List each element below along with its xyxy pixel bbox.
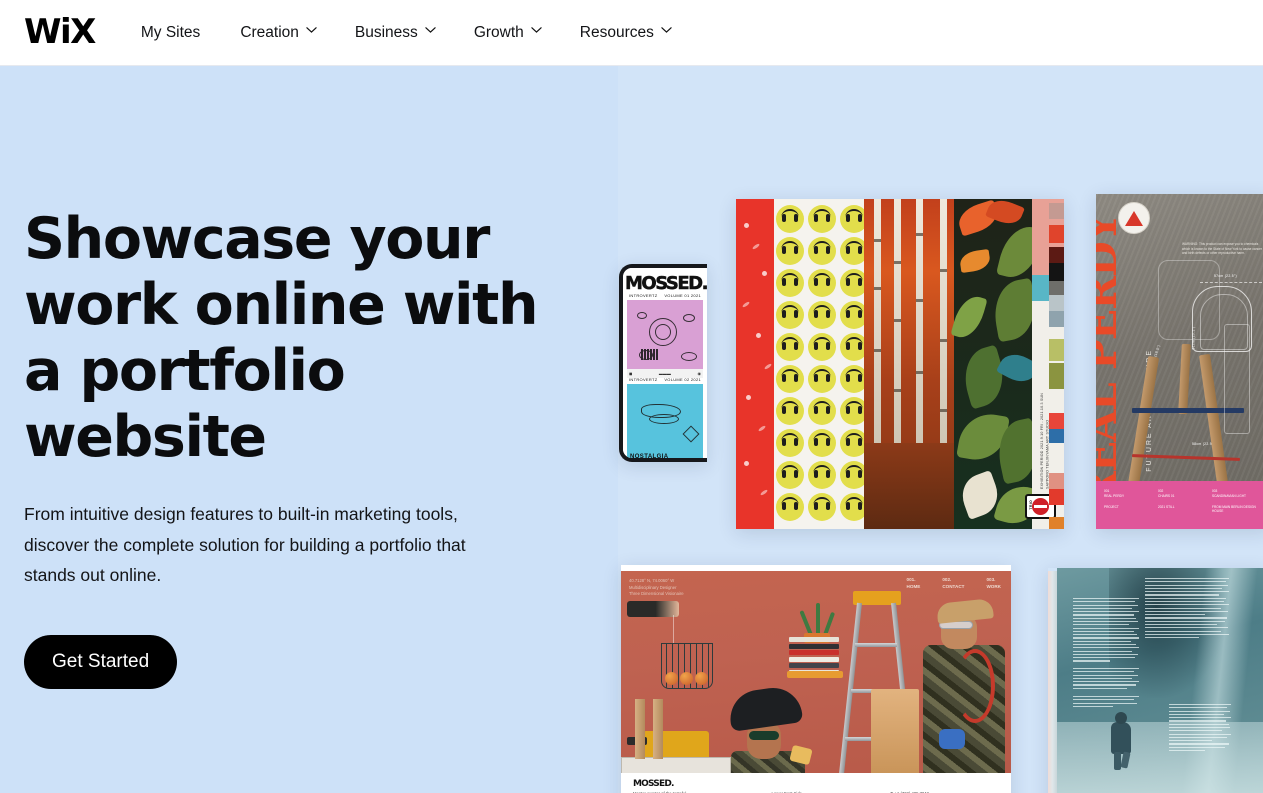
nav-item-resources[interactable]: Resources bbox=[560, 18, 690, 48]
studio-nav-label-2: CONTACT bbox=[942, 583, 965, 589]
tablet-poster-label-1: INTROVERTZ bbox=[629, 293, 658, 298]
tablet-poster-artwork-1 bbox=[631, 306, 699, 368]
studio-nav-num-3: 003. bbox=[986, 577, 996, 582]
collage-strip-autumn-forest bbox=[864, 199, 962, 529]
person-with-cap-and-rope bbox=[921, 598, 1007, 773]
chevron-down-icon bbox=[661, 26, 672, 35]
wooden-pipe-1 bbox=[635, 699, 645, 759]
plant-icon bbox=[799, 603, 836, 636]
chevron-down-icon bbox=[306, 26, 317, 35]
mossed-studio-photo-card[interactable]: 40.7128° N, 74.0060° W Multidisciplinary… bbox=[621, 565, 1011, 793]
perdy-footer-line-2b: 2021 STILL bbox=[1158, 504, 1175, 509]
perdy-footer-line-3a: SCANDINAVIAN LIGHT bbox=[1212, 493, 1246, 498]
nav-label-business: Business bbox=[354, 23, 418, 41]
tablet-poster-artwork-2 bbox=[631, 390, 700, 452]
red-rope-icon bbox=[955, 649, 995, 723]
real-perdy-poster-card[interactable]: REÄL PERDY FUTURE ARCHITECTURE WARNING: … bbox=[1096, 194, 1263, 529]
hand-holding-string bbox=[627, 601, 679, 617]
studio-nav-num-1: 001. bbox=[906, 577, 916, 582]
nav-label-resources: Resources bbox=[579, 23, 654, 41]
chevron-down-icon bbox=[425, 26, 436, 35]
toolbox bbox=[621, 757, 731, 773]
top-navigation-bar: WiX My Sites Creation Business Growth Re… bbox=[0, 0, 1263, 66]
triangle-icon bbox=[1125, 210, 1143, 226]
studio-role-line-2: Three Dimensional Visionaire bbox=[629, 591, 684, 597]
tablet-poster-label-2: INTROVERTZ bbox=[629, 377, 658, 382]
hero-section: Showcase your work online with a portfol… bbox=[0, 66, 1263, 793]
magazine-figure-person bbox=[1109, 712, 1133, 770]
magazine-text-column-1 bbox=[1145, 578, 1229, 640]
studio-nav-item-work[interactable]: 003. WORK bbox=[986, 577, 1001, 591]
tablet-poster-pink: INTROVERTZ VOLUME 01 2021 ◼ ▬▬▬ ◉ bbox=[627, 293, 703, 378]
studio-photograph: 40.7128° N, 74.0060° W Multidisciplinary… bbox=[621, 571, 1011, 773]
magazine-spine bbox=[1048, 571, 1057, 793]
collage-strip-tropical-floral bbox=[950, 199, 1044, 529]
wooden-pipe-2 bbox=[653, 699, 663, 759]
studio-poster-nav: 001. HOME 002. CONTACT 003. WORK bbox=[907, 577, 1001, 591]
nav-label-creation: Creation bbox=[240, 23, 299, 41]
tablet-poster-volume-2: VOLUME 02 2021 bbox=[664, 377, 701, 382]
perdy-footer-line-2a: CHAIRS 01 bbox=[1158, 493, 1175, 498]
main-nav-links: My Sites Creation Business Growth Resour… bbox=[135, 18, 690, 48]
studio-footer-logo: MOSSED. bbox=[633, 779, 674, 789]
perdy-footer-band: 001 REAL PERDY PROJECT 002 CHAIRS 01 202… bbox=[1096, 481, 1263, 529]
nav-item-growth[interactable]: Growth bbox=[454, 18, 560, 48]
tablet-portfolio-preview-card[interactable]: MOSSED. INTROVERTZ VOLUME 01 2021 ◼ ▬▬▬ … bbox=[619, 264, 707, 462]
studio-nav-item-home[interactable]: 001. HOME bbox=[907, 577, 921, 591]
perdy-warning-text: WARNING: This product can expose you to … bbox=[1182, 242, 1262, 256]
perdy-footer-line-1b: PROJECT bbox=[1104, 504, 1119, 509]
wix-logo-text: WiX bbox=[24, 11, 96, 52]
magazine-page-photo bbox=[1057, 568, 1263, 793]
chevron-down-icon bbox=[531, 26, 542, 35]
wix-logo[interactable]: WiX bbox=[24, 11, 96, 52]
studio-card-footer: MOSSED. Master curator of the tasteful o… bbox=[621, 773, 1011, 793]
studio-nav-label-1: HOME bbox=[906, 583, 921, 589]
tablet-poster-cyan: INTROVERTZ VOLUME 02 2021 NOSTALGIA bbox=[627, 377, 703, 460]
trio-badge-label: TRIO bbox=[1029, 500, 1033, 510]
perdy-title: REÄL PERDY bbox=[1096, 214, 1126, 506]
studio-coordinates: 40.7128° N, 74.0060° W Multidisciplinary… bbox=[629, 578, 684, 598]
perdy-dimension-2: 51cm (20.1") bbox=[1191, 326, 1196, 350]
blue-glove-icon bbox=[939, 729, 965, 749]
wire-basket-icon bbox=[661, 643, 713, 689]
studio-nav-num-2: 002. bbox=[942, 577, 952, 582]
magazine-snow-ground bbox=[1057, 722, 1263, 793]
nav-item-creation[interactable]: Creation bbox=[220, 18, 335, 48]
magazine-text-column-3 bbox=[1073, 668, 1139, 691]
nav-item-business[interactable]: Business bbox=[335, 18, 454, 48]
string bbox=[673, 615, 674, 643]
perdy-footer-line-3b: FROM MAIN BERLIN DESIGN HOUSE bbox=[1212, 504, 1256, 514]
magazine-text-column-5 bbox=[1169, 704, 1231, 753]
magazine-text-column-2 bbox=[1073, 598, 1139, 664]
studio-role-line-1: Multidisciplinary Designer bbox=[629, 584, 677, 590]
studio-nav-item-contact[interactable]: 002. CONTACT bbox=[942, 577, 964, 591]
plywood-board bbox=[871, 689, 919, 773]
magazine-spread-card[interactable] bbox=[1048, 568, 1263, 793]
nav-label-my-sites: My Sites bbox=[140, 23, 201, 41]
collage-color-swatch-strip bbox=[1049, 199, 1064, 529]
studio-coordinates-text: 40.7128° N, 74.0060° W bbox=[629, 578, 675, 583]
tablet-poster-caption-2: NOSTALGIA bbox=[630, 454, 669, 460]
riu-fukui-collage-card[interactable]: RIU FUKUI EXHIBITION PERIOD 2021.9.10 FR… bbox=[736, 199, 1064, 529]
person-with-welding-mask bbox=[726, 684, 813, 773]
portfolio-image-gallery: MOSSED. INTROVERTZ VOLUME 01 2021 ◼ ▬▬▬ … bbox=[0, 66, 1263, 793]
tablet-logo-text: MOSSED. bbox=[625, 273, 707, 295]
perdy-dimension-1: 57cm (22.5") bbox=[1214, 274, 1237, 278]
magazine-text-column-4 bbox=[1073, 696, 1139, 709]
collage-strip-smileys bbox=[774, 199, 870, 529]
tablet-screen: MOSSED. INTROVERTZ VOLUME 01 2021 ◼ ▬▬▬ … bbox=[623, 268, 707, 458]
studio-nav-label-3: WORK bbox=[986, 583, 1001, 589]
perdy-footer-line-1a: REAL PERDY bbox=[1104, 493, 1125, 498]
tablet-poster-volume-1: VOLUME 01 2021 bbox=[664, 293, 701, 298]
nav-item-my-sites[interactable]: My Sites bbox=[135, 18, 220, 48]
cap-icon bbox=[936, 598, 994, 624]
nav-label-growth: Growth bbox=[473, 23, 524, 41]
